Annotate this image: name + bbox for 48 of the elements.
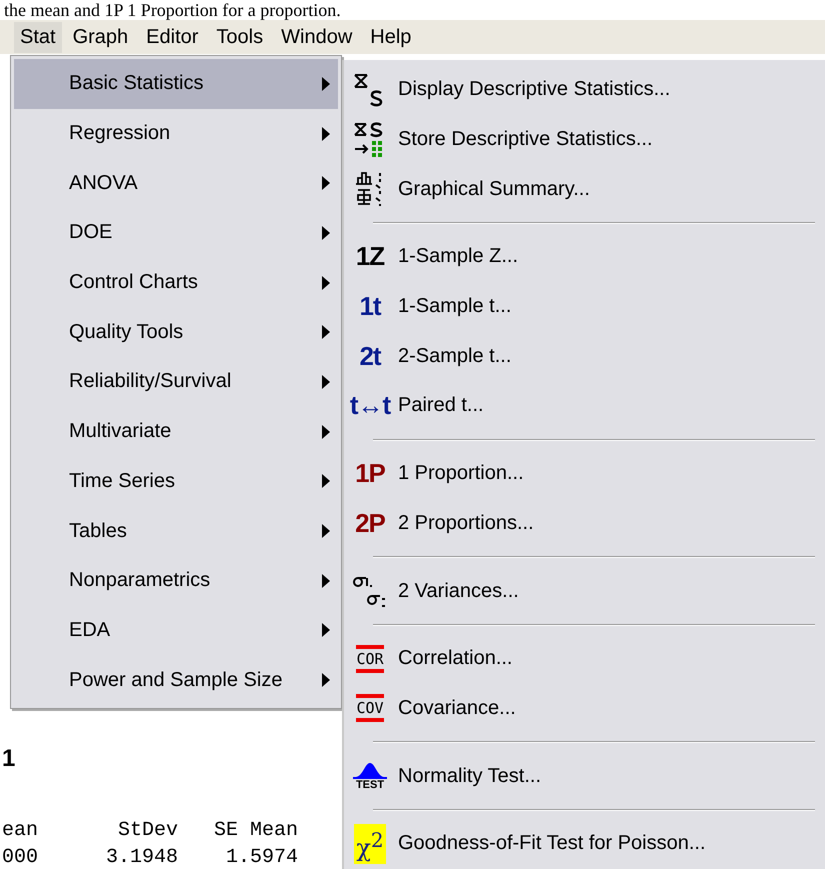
menu-item[interactable]: COR Correlation... [348, 634, 825, 684]
menu-item[interactable]: ANOVA [14, 158, 338, 208]
menu-item[interactable]: Multivariate [14, 406, 338, 456]
menu-item[interactable]: Basic Statistics [14, 59, 338, 109]
menu-item[interactable]: TEST Normality Test... [348, 751, 825, 801]
menu-item[interactable]: Quality Tools [14, 307, 338, 358]
session-heading: 1 [2, 745, 16, 773]
test-icon: 1Z [356, 241, 384, 272]
menu-item[interactable]: 2t 2-Sample t... [348, 331, 825, 382]
menu-bar-item[interactable]: Editor [139, 20, 206, 54]
menu-item[interactable]: Tables [14, 506, 338, 556]
test-icon: 2P [355, 508, 385, 539]
menu-item[interactable]: 2 Variances... [348, 566, 825, 616]
table-cell-text: 1.5974 [224, 846, 298, 869]
test-icon: 1t [359, 291, 381, 322]
column-header: ean [2, 819, 40, 842]
column-header: SE Mean [212, 819, 298, 842]
menu-item[interactable]: t↔t Paired t... [348, 381, 825, 431]
menu-item[interactable]: 2P 2 Proportions... [348, 498, 825, 548]
menu-item[interactable]: χ$^{2}$ Goodness-of-Fit Test for Poisson... [348, 818, 825, 869]
menu-item[interactable]: DOE [14, 208, 338, 258]
column-header: StDev [116, 819, 178, 842]
menu-item[interactable]: Graphical Summary... [348, 164, 825, 214]
menu-item[interactable]: 1P 1 Proportion... [348, 448, 825, 498]
menu-item[interactable]: Reliability/Survival [14, 357, 338, 407]
menu-item[interactable]: Time Series [14, 456, 338, 506]
menu-item[interactable]: COV Covariance... [348, 684, 825, 734]
menu-item[interactable]: Regression [14, 108, 338, 158]
menu-item[interactable]: 1t 1-Sample t... [348, 282, 825, 332]
menu-bar-item[interactable]: Stat [14, 22, 62, 52]
menu-item[interactable]: Power and Sample Size [14, 655, 338, 705]
menu-bar-item[interactable]: Help [363, 20, 418, 54]
menu-item[interactable]: Control Charts [14, 258, 338, 308]
test-icon: 1P [355, 458, 385, 490]
menu-item[interactable]: Display Descriptive Statistics... [348, 65, 825, 115]
test-icon: 2t [359, 340, 381, 372]
menu-item[interactable]: Nonparametrics [14, 556, 338, 606]
test-icon: t↔t [350, 390, 390, 422]
menu-bar-item[interactable]: Tools [209, 20, 270, 54]
menu-item[interactable]: Store Descriptive Statistics... [348, 114, 825, 164]
menu-bar-item[interactable]: Window [274, 20, 360, 54]
menu-bar-item[interactable]: Graph [66, 20, 136, 54]
table-cell-text: 3.1948 [104, 846, 178, 869]
menu-item[interactable]: EDA [14, 606, 338, 656]
table-cell-text: 000 [2, 846, 40, 869]
chi-square-icon: χ$^{2}$ [354, 824, 386, 864]
document-text: the mean and 1P 1 Proportion for a proportion. [3, 0, 342, 20]
menu-item[interactable]: 1Z 1-Sample Z... [348, 232, 825, 282]
